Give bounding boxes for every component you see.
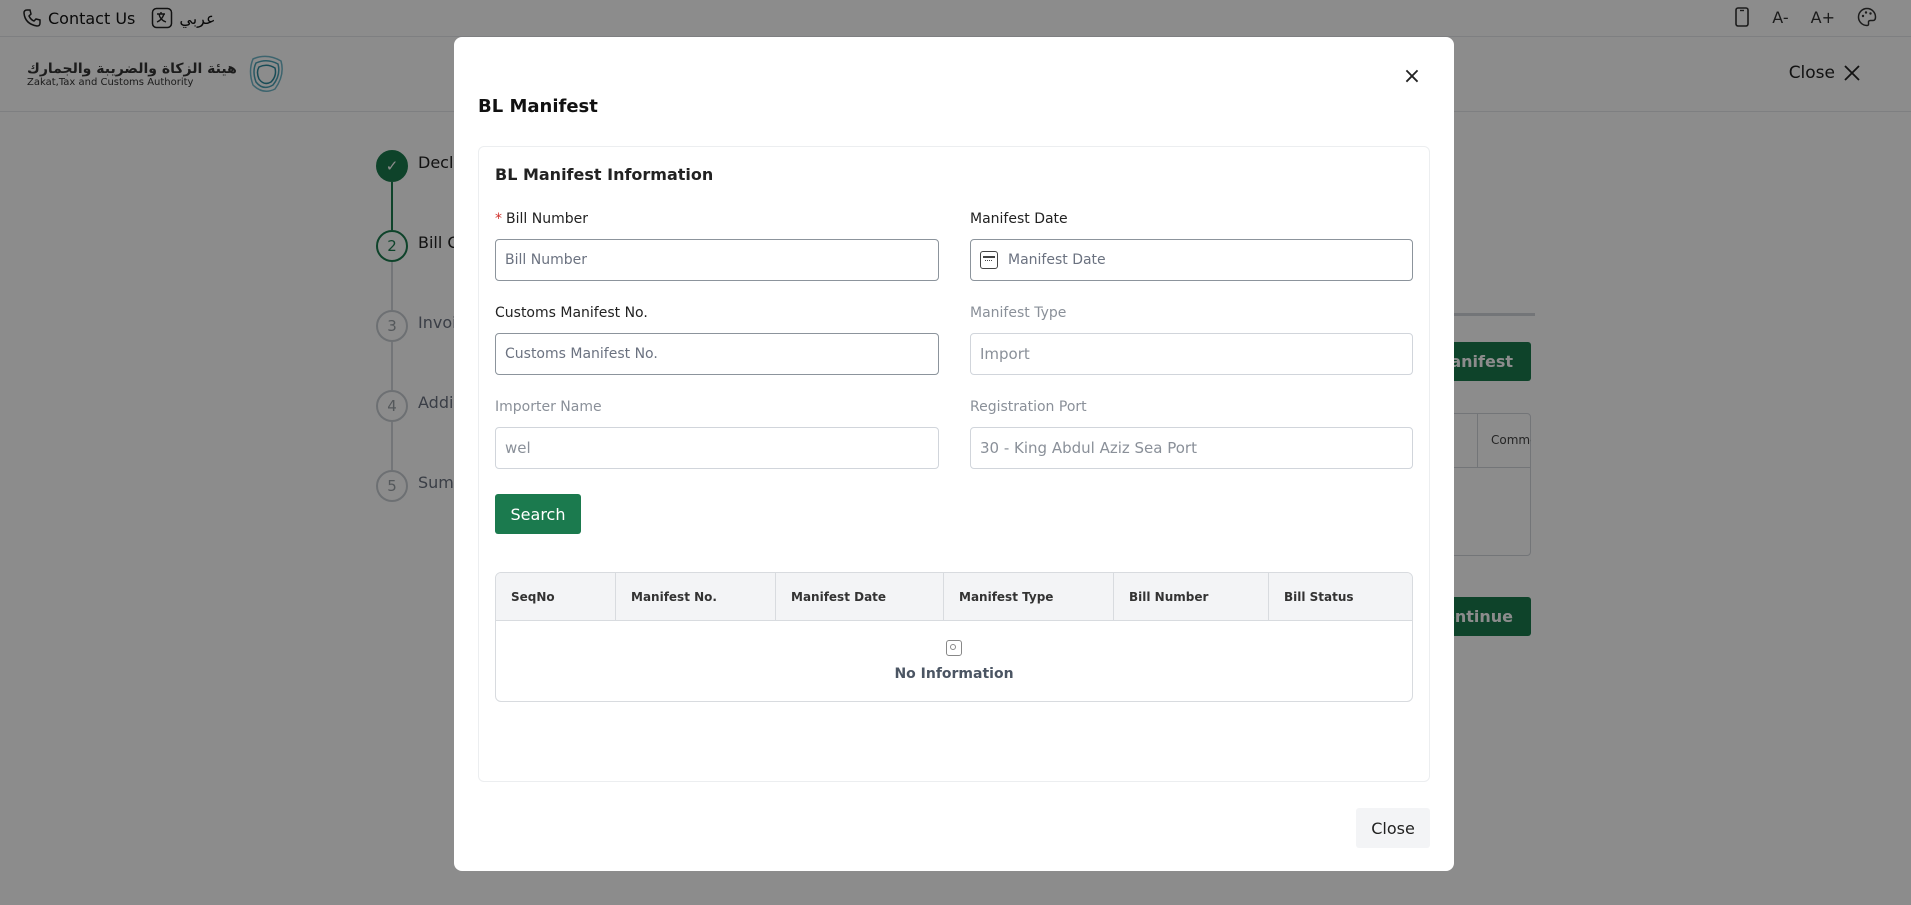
modal-title: BL Manifest — [478, 96, 598, 117]
importer-name-value: wel — [505, 439, 531, 457]
calendar-icon[interactable] — [980, 251, 998, 269]
manifest-results-table: SeqNo Manifest No. Manifest Date Manifes… — [495, 572, 1413, 702]
results-table-header: SeqNo Manifest No. Manifest Date Manifes… — [496, 573, 1412, 621]
modal-close-icon[interactable]: × — [1400, 65, 1424, 89]
manifest-date-field[interactable] — [970, 239, 1413, 281]
registration-port-field: 30 - King Abdul Aziz Sea Port — [970, 427, 1413, 469]
manifest-date-input[interactable] — [1008, 252, 1403, 268]
empty-state-text: No Information — [894, 666, 1014, 682]
required-marker: * — [495, 211, 502, 227]
column-header-bill-status[interactable]: Bill Status — [1269, 573, 1412, 620]
importer-name-field: wel — [495, 427, 939, 469]
column-header-manifest-date[interactable]: Manifest Date — [776, 573, 944, 620]
importer-name-label: Importer Name — [495, 399, 602, 415]
bl-manifest-modal: × BL Manifest BL Manifest Information * B… — [454, 37, 1454, 871]
manifest-type-value: Import — [980, 345, 1030, 363]
customs-manifest-no-label: Customs Manifest No. — [495, 305, 648, 321]
column-header-manifest-type[interactable]: Manifest Type — [944, 573, 1114, 620]
empty-state: No Information — [496, 621, 1412, 701]
manifest-date-label: Manifest Date — [970, 211, 1068, 227]
bill-number-field[interactable] — [495, 239, 939, 281]
customs-manifest-no-input[interactable] — [505, 346, 929, 362]
customs-manifest-no-field[interactable] — [495, 333, 939, 375]
section-title: BL Manifest Information — [495, 165, 714, 184]
empty-image-icon — [946, 640, 962, 656]
registration-port-value: 30 - King Abdul Aziz Sea Port — [980, 439, 1197, 457]
search-button[interactable]: Search — [495, 494, 581, 534]
bill-number-label-text: Bill Number — [506, 211, 588, 227]
modal-close-button[interactable]: Close — [1356, 808, 1430, 848]
bl-manifest-information-card: BL Manifest Information *Bill Number Man… — [478, 146, 1430, 782]
bill-number-input[interactable] — [505, 252, 929, 268]
column-header-bill-number[interactable]: Bill Number — [1114, 573, 1269, 620]
column-header-seqno[interactable]: SeqNo — [496, 573, 616, 620]
registration-port-label: Registration Port — [970, 399, 1087, 415]
column-header-manifest-no[interactable]: Manifest No. — [616, 573, 776, 620]
bill-number-label: * Bill Number — [495, 211, 588, 227]
manifest-type-label: Manifest Type — [970, 305, 1067, 321]
manifest-type-field: Import — [970, 333, 1413, 375]
